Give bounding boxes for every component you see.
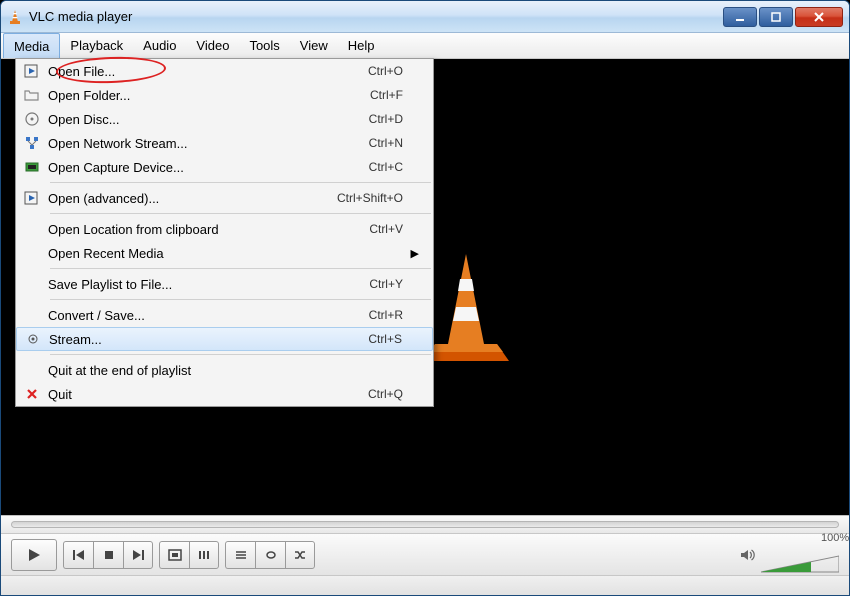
menu-open-advanced[interactable]: Open (advanced)... Ctrl+Shift+O: [16, 186, 433, 210]
menu-separator: [50, 354, 431, 355]
menu-audio[interactable]: Audio: [133, 33, 186, 58]
fullscreen-button[interactable]: [159, 541, 189, 569]
menubar: Media Playback Audio Video Tools View He…: [1, 33, 849, 59]
previous-button[interactable]: [63, 541, 93, 569]
vlc-cone-icon: [7, 9, 23, 25]
seek-track[interactable]: [11, 521, 839, 528]
folder-icon: [16, 89, 48, 101]
capture-icon: [16, 161, 48, 173]
menu-convert-save[interactable]: Convert / Save... Ctrl+R: [16, 303, 433, 327]
media-dropdown-menu: Open File... Ctrl+O Open Folder... Ctrl+…: [15, 58, 434, 407]
menu-open-folder[interactable]: Open Folder... Ctrl+F: [16, 83, 433, 107]
submenu-arrow-icon: ▶: [411, 247, 427, 260]
stop-button[interactable]: [93, 541, 123, 569]
maximize-button[interactable]: [759, 7, 793, 27]
menu-separator: [50, 299, 431, 300]
menu-view[interactable]: View: [290, 33, 338, 58]
menu-separator: [50, 182, 431, 183]
shuffle-button[interactable]: [285, 541, 315, 569]
play-button[interactable]: [11, 539, 57, 571]
menu-video[interactable]: Video: [186, 33, 239, 58]
file-play-icon: [16, 64, 48, 78]
view-group: [159, 541, 219, 569]
transport-group: [63, 541, 153, 569]
speaker-icon[interactable]: [739, 548, 755, 562]
titlebar: VLC media player: [1, 1, 849, 33]
menu-help[interactable]: Help: [338, 33, 385, 58]
extended-settings-button[interactable]: [189, 541, 219, 569]
disc-icon: [16, 112, 48, 126]
playback-controls: 100%: [1, 533, 849, 575]
volume-percent: 100%: [821, 532, 849, 544]
menu-open-file[interactable]: Open File... Ctrl+O: [16, 59, 433, 83]
network-icon: [16, 136, 48, 150]
next-button[interactable]: [123, 541, 153, 569]
loop-button[interactable]: [255, 541, 285, 569]
stream-icon: [17, 333, 49, 345]
quit-icon: [16, 388, 48, 400]
window-controls: [723, 7, 843, 27]
menu-stream[interactable]: Stream... Ctrl+S: [16, 327, 433, 351]
playlist-button[interactable]: [225, 541, 255, 569]
menu-save-playlist[interactable]: Save Playlist to File... Ctrl+Y: [16, 272, 433, 296]
window-title: VLC media player: [29, 9, 723, 24]
menu-open-capture[interactable]: Open Capture Device... Ctrl+C: [16, 155, 433, 179]
playlist-group: [225, 541, 315, 569]
volume-control: 100%: [739, 536, 839, 574]
seekbar[interactable]: [1, 515, 849, 533]
minimize-button[interactable]: [723, 7, 757, 27]
menu-quit[interactable]: Quit Ctrl+Q: [16, 382, 433, 406]
statusbar: [1, 575, 849, 595]
menu-playback[interactable]: Playback: [60, 33, 133, 58]
menu-open-recent[interactable]: Open Recent Media ▶: [16, 241, 433, 265]
volume-slider[interactable]: [761, 554, 839, 574]
app-window: VLC media player Media Playback Audio Vi…: [0, 0, 850, 596]
menu-open-network[interactable]: Open Network Stream... Ctrl+N: [16, 131, 433, 155]
close-button[interactable]: [795, 7, 843, 27]
vlc-cone-logo: [421, 249, 511, 369]
menu-open-clipboard[interactable]: Open Location from clipboard Ctrl+V: [16, 217, 433, 241]
menu-separator: [50, 268, 431, 269]
menu-tools[interactable]: Tools: [239, 33, 289, 58]
menu-media[interactable]: Media: [3, 33, 60, 58]
file-play-icon: [16, 191, 48, 205]
menu-separator: [50, 213, 431, 214]
menu-quit-end-playlist[interactable]: Quit at the end of playlist: [16, 358, 433, 382]
menu-open-disc[interactable]: Open Disc... Ctrl+D: [16, 107, 433, 131]
